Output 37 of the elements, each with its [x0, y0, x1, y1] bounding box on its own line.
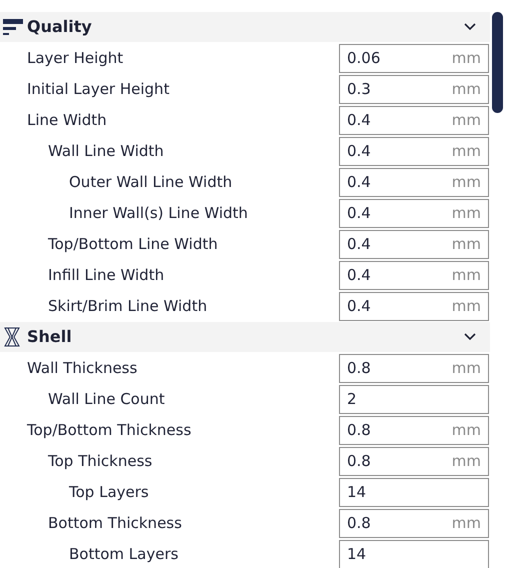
vase-icon — [3, 327, 21, 347]
input-field[interactable]: 0.8 mm — [339, 447, 489, 476]
setting-label: Layer Height — [27, 48, 124, 70]
setting-label: Bottom Layers — [69, 544, 180, 566]
setting-label: Skirt/Brim Line Width — [48, 296, 208, 318]
input-field[interactable]: 0.4 mm — [339, 199, 489, 228]
setting-label: Outer Wall Line Width — [69, 172, 234, 194]
setting-label: Initial Layer Height — [27, 79, 170, 100]
setting-label: Top/Bottom Line Width — [48, 234, 219, 256]
input-field[interactable]: 0.8 mm — [339, 354, 489, 383]
setting-label: Infill Line Width — [48, 265, 166, 286]
input-field[interactable]: 0.4 mm — [339, 168, 489, 197]
input-field[interactable]: 0.3 mm — [339, 75, 489, 104]
input-field[interactable]: 0.4 mm — [339, 106, 489, 135]
setting-label: Wall Thickness — [27, 358, 138, 380]
input-field[interactable]: 0.8 mm — [339, 509, 489, 538]
setting-label: Wall Line Width — [48, 141, 165, 162]
input-field[interactable]: 0.4 mm — [339, 292, 489, 321]
setting-label: Bottom Thickness — [48, 513, 183, 534]
setting-label: Line Width — [27, 110, 108, 132]
section-header[interactable]: Quality — [0, 12, 490, 42]
input-field[interactable]: 0.8 mm — [339, 416, 489, 445]
input-field[interactable]: 0.4 mm — [339, 261, 489, 290]
setting-label: Top/Bottom Thickness — [27, 420, 192, 442]
section-header[interactable]: Shell — [0, 322, 490, 352]
input-field[interactable]: 0.4 mm — [339, 137, 489, 166]
lines-icon — [3, 18, 23, 36]
input-field[interactable]: 2 — [339, 385, 489, 414]
setting-label: Inner Wall(s) Line Width — [69, 203, 249, 224]
scrollbar-thumb[interactable] — [492, 12, 503, 113]
input-field[interactable]: 0.4 mm — [339, 230, 489, 259]
input-field[interactable]: 14 — [339, 478, 489, 507]
setting-label: Top Thickness — [48, 451, 154, 472]
setting-label: Wall Line Count — [48, 389, 166, 410]
input-field[interactable]: 14 — [339, 540, 489, 568]
input-field[interactable]: 0.06 mm — [339, 44, 489, 73]
setting-label: Top Layers — [69, 482, 150, 504]
